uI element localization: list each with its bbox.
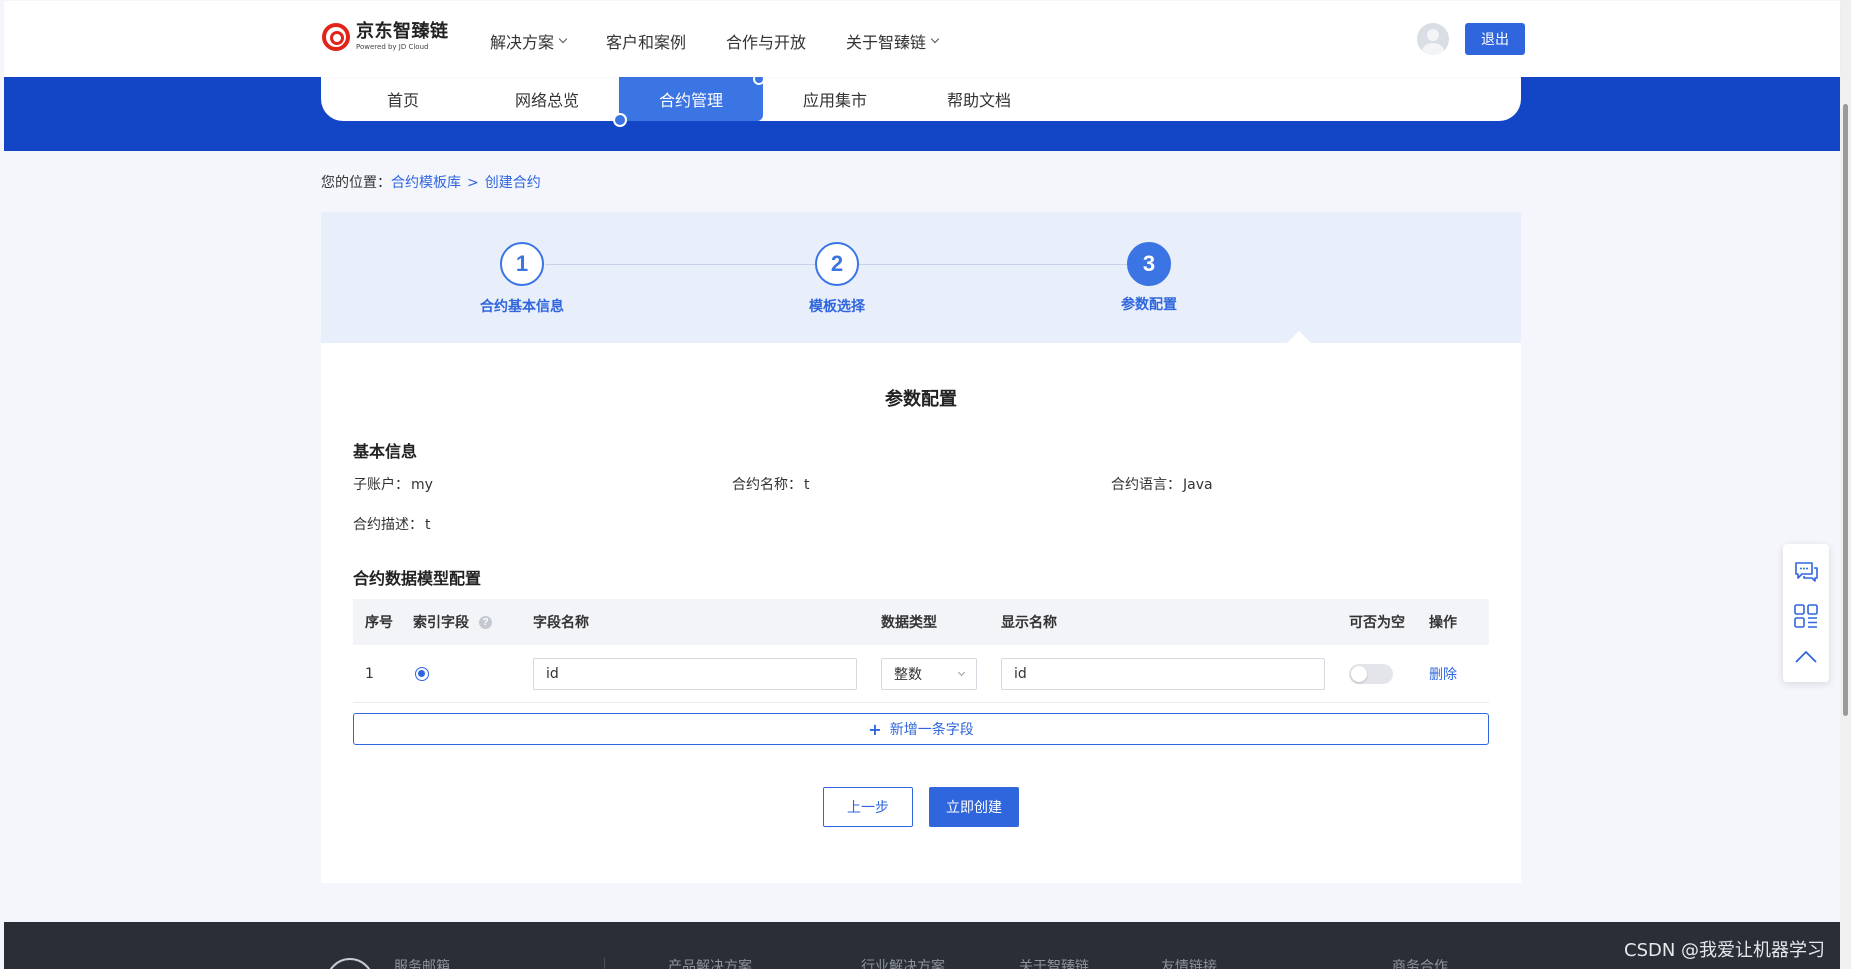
plus-icon: + xyxy=(868,719,882,739)
step-2: 2 模板选择 xyxy=(767,242,907,316)
chevron-down-icon xyxy=(930,34,940,44)
logo-subtitle: Powered by JD Cloud xyxy=(356,43,429,51)
display-name-input[interactable] xyxy=(1001,657,1325,690)
footer-service-email[interactable]: 服务邮箱 xyxy=(394,956,450,969)
top-header: 京东智臻链 Powered by JD Cloud 解决方案 客户和案例 合作与… xyxy=(4,1,1840,77)
create-now-button[interactable]: 立即创建 xyxy=(929,787,1019,827)
step-label: 参数配置 xyxy=(1121,297,1177,313)
breadcrumb-create-contract[interactable]: 创建合约 xyxy=(485,175,541,191)
data-model-title: 合约数据模型配置 xyxy=(353,569,482,588)
step-indicator: 1 合约基本信息 2 模板选择 3 参数配置 xyxy=(321,212,1521,343)
data-type-select[interactable]: 整数 xyxy=(881,657,977,690)
scroll-thumb[interactable] xyxy=(1843,104,1848,716)
table-header: 序号 索引字段? 字段名称 数据类型 显示名称 可否为空 操作 xyxy=(353,599,1489,645)
step-label: 合约基本信息 xyxy=(480,299,564,315)
panel-title: 参数配置 xyxy=(885,389,957,410)
nullable-toggle[interactable] xyxy=(1349,663,1393,684)
top-nav: 解决方案 客户和案例 合作与开放 关于智臻链 xyxy=(490,29,978,53)
step-1: 1 合约基本信息 xyxy=(452,242,592,316)
apps-grid-icon[interactable] xyxy=(1793,603,1819,629)
breadcrumb-separator: > xyxy=(467,175,479,191)
logo-icon xyxy=(322,23,350,51)
footer-divider xyxy=(604,958,605,969)
breadcrumb-prefix: 您的位置： xyxy=(321,175,391,191)
table-row: 1 整数 删除 xyxy=(353,645,1489,703)
step-pointer xyxy=(1287,331,1311,343)
col-data-type: 数据类型 xyxy=(881,615,937,631)
nav-customers[interactable]: 客户和案例 xyxy=(606,29,686,53)
info-contract-name: 合约名称： t xyxy=(732,477,810,493)
logout-button[interactable]: 退出 xyxy=(1465,23,1525,55)
back-to-top-icon[interactable] xyxy=(1793,648,1819,666)
col-index-field: 索引字段? xyxy=(413,612,533,632)
footer-business[interactable]: 商务合作 xyxy=(1392,956,1448,969)
breadcrumb: 您的位置：合约模板库 > 创建合约 xyxy=(321,172,541,192)
brand-logo[interactable]: 京东智臻链 Powered by JD Cloud xyxy=(322,23,449,51)
basic-info-title: 基本信息 xyxy=(353,442,418,461)
logo-title: 京东智臻链 xyxy=(356,21,449,42)
col-field-name: 字段名称 xyxy=(533,615,589,631)
help-icon[interactable]: ? xyxy=(479,615,492,629)
index-field-radio[interactable] xyxy=(415,666,429,681)
chat-icon[interactable] xyxy=(1793,560,1819,584)
breadcrumb-template-library[interactable]: 合约模板库 xyxy=(391,175,461,191)
data-model-table: 序号 索引字段? 字段名称 数据类型 显示名称 可否为空 操作 1 整数 删除 xyxy=(353,599,1489,703)
step-number: 1 xyxy=(500,242,544,286)
footer-product-solutions[interactable]: 产品解决方案 xyxy=(668,956,752,969)
config-panel: 参数配置 基本信息 子账户： my 合约名称： t 合约语言： Java 合约描述： t… xyxy=(321,343,1521,883)
tab-home[interactable]: 首页 xyxy=(331,77,475,121)
previous-step-button[interactable]: 上一步 xyxy=(823,787,913,827)
footer-friendly-links[interactable]: 友情链接 xyxy=(1161,956,1217,969)
chevron-down-icon xyxy=(558,34,568,44)
field-name-input[interactable] xyxy=(533,657,857,690)
avatar[interactable] xyxy=(1417,23,1449,55)
col-nullable: 可否为空 xyxy=(1349,615,1405,631)
step-number: 3 xyxy=(1127,242,1171,286)
row-index: 1 xyxy=(365,665,374,682)
info-contract-language: 合约语言： Java xyxy=(1111,477,1213,493)
nav-about[interactable]: 关于智臻链 xyxy=(846,29,940,53)
add-field-button[interactable]: + 新增一条字段 xyxy=(353,713,1489,745)
delete-row-link[interactable]: 删除 xyxy=(1429,667,1457,683)
step-label: 模板选择 xyxy=(809,299,865,315)
col-action: 操作 xyxy=(1429,615,1457,631)
footer-industry-solutions[interactable]: 行业解决方案 xyxy=(861,956,945,969)
col-display-name: 显示名称 xyxy=(1001,615,1057,631)
tab-contract-management[interactable]: 合约管理 xyxy=(613,73,765,127)
col-index: 序号 xyxy=(365,615,393,631)
step-number: 2 xyxy=(815,242,859,286)
footer-about[interactable]: 关于智臻链 xyxy=(1019,956,1089,969)
tab-network-overview[interactable]: 网络总览 xyxy=(475,77,619,121)
page-scrollbar[interactable] xyxy=(1840,0,1851,969)
info-contract-desc: 合约描述： t xyxy=(353,517,431,533)
watermark: CSDN @我爱让机器学习 xyxy=(1624,940,1826,961)
nav-partnership[interactable]: 合作与开放 xyxy=(726,29,806,53)
tab-help-docs[interactable]: 帮助文档 xyxy=(907,77,1051,121)
info-subaccount: 子账户： my xyxy=(353,477,433,493)
step-3: 3 参数配置 xyxy=(1079,242,1219,314)
footer: 服务邮箱 产品解决方案 行业解决方案 关于智臻链 友情链接 商务合作 xyxy=(4,922,1840,969)
footer-logo xyxy=(326,958,374,969)
tab-app-market[interactable]: 应用集市 xyxy=(763,77,907,121)
chevron-down-icon xyxy=(957,668,966,676)
nav-solutions[interactable]: 解决方案 xyxy=(490,29,568,53)
floating-toolbar xyxy=(1783,544,1829,682)
main-tabs: 首页 网络总览 合约管理 应用集市 帮助文档 xyxy=(321,73,1521,127)
